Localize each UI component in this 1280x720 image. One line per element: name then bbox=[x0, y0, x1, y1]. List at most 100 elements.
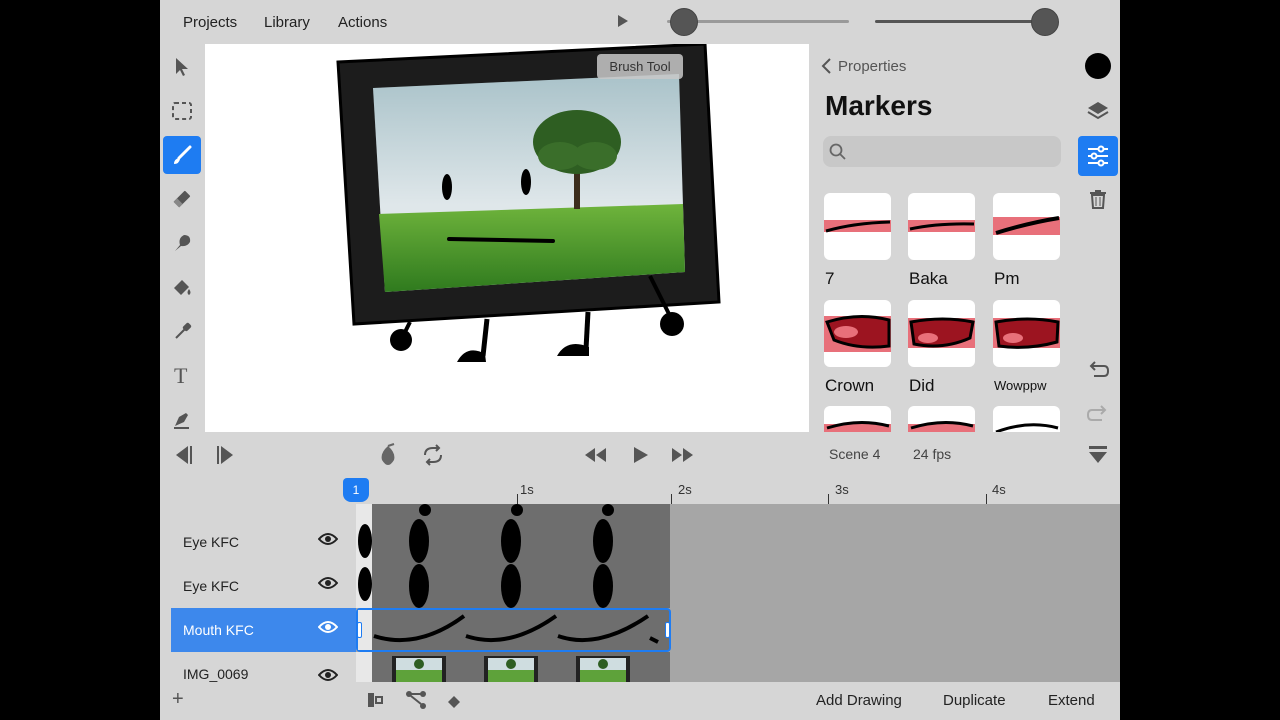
brush-size-slider-knob[interactable] bbox=[1031, 8, 1059, 36]
select-tool[interactable] bbox=[163, 48, 201, 86]
marker-thumb-did[interactable] bbox=[908, 300, 975, 367]
onion-slider-knob[interactable] bbox=[670, 8, 698, 36]
current-color-icon bbox=[1085, 53, 1111, 79]
marker-thumb[interactable] bbox=[993, 406, 1060, 432]
eraser-tool[interactable] bbox=[163, 180, 201, 218]
marker-thumb-crown[interactable] bbox=[824, 300, 891, 367]
marker-thumb[interactable] bbox=[824, 406, 891, 432]
back-chevron-icon[interactable] bbox=[820, 57, 832, 80]
smudge-tool[interactable] bbox=[163, 224, 201, 262]
color-swatch[interactable] bbox=[1078, 46, 1118, 86]
brush-size-slider-track[interactable] bbox=[875, 20, 1047, 23]
keyframe-button[interactable] bbox=[448, 695, 460, 713]
image-track-cells[interactable] bbox=[356, 652, 670, 684]
layer-name: Eye KFC bbox=[183, 534, 240, 550]
panel-title: Markers bbox=[825, 90, 933, 121]
next-frame-button[interactable] bbox=[212, 440, 242, 470]
fill-tool[interactable] bbox=[163, 268, 201, 306]
branch-icon bbox=[406, 691, 426, 709]
properties-button[interactable] bbox=[1078, 136, 1118, 176]
marker-label: 7 bbox=[825, 269, 835, 288]
ruler-label: 3s bbox=[835, 482, 849, 497]
visibility-eye-icon[interactable] bbox=[318, 620, 338, 634]
paint-bucket-icon bbox=[174, 280, 191, 295]
redo-button[interactable] bbox=[1078, 394, 1118, 434]
marker-label: Baka bbox=[909, 269, 948, 288]
eraser-icon bbox=[173, 190, 191, 208]
playhead[interactable]: 1 bbox=[343, 478, 369, 502]
ruler-tick bbox=[986, 494, 987, 504]
fast-forward-button[interactable] bbox=[668, 440, 698, 470]
layers-button[interactable] bbox=[1078, 91, 1118, 131]
eyedropper-icon bbox=[175, 322, 192, 339]
scene-selector[interactable]: Scene 4 bbox=[829, 446, 880, 462]
visibility-eye-icon[interactable] bbox=[318, 668, 338, 682]
extend-button[interactable]: Extend bbox=[1048, 692, 1095, 709]
fps-selector[interactable]: 24 fps bbox=[913, 446, 951, 462]
onion-icon bbox=[381, 443, 395, 465]
pen-tool[interactable] bbox=[163, 400, 201, 438]
loop-button[interactable] bbox=[418, 440, 448, 470]
marker-thumb-7[interactable] bbox=[824, 193, 891, 260]
marquee-tool[interactable] bbox=[163, 92, 201, 130]
tween-button[interactable] bbox=[405, 690, 427, 715]
delete-button[interactable] bbox=[1078, 179, 1118, 219]
brush-tool[interactable] bbox=[163, 136, 201, 174]
properties-back-button[interactable]: Properties bbox=[838, 58, 906, 75]
text-tool[interactable]: T bbox=[163, 356, 201, 394]
eye-frames bbox=[356, 504, 614, 608]
menu-library[interactable]: Library bbox=[264, 14, 310, 31]
loop-icon bbox=[424, 444, 442, 466]
menu-actions[interactable]: Actions bbox=[338, 14, 387, 31]
sliders-icon bbox=[1088, 145, 1108, 167]
eyedropper-tool[interactable] bbox=[163, 312, 201, 350]
layer-row[interactable]: Eye KFC bbox=[171, 564, 356, 608]
menu-projects[interactable]: Projects bbox=[183, 14, 237, 31]
previous-frame-button[interactable] bbox=[167, 440, 197, 470]
marker-label: Did bbox=[909, 376, 935, 395]
trim-handle-right[interactable] bbox=[665, 622, 670, 638]
trim-handle-left[interactable] bbox=[357, 622, 362, 638]
smudge-icon bbox=[175, 235, 191, 251]
onion-skin-button[interactable] bbox=[373, 440, 403, 470]
layer-name: Mouth KFC bbox=[183, 622, 254, 638]
marker-thumb-baka[interactable] bbox=[908, 193, 975, 260]
undo-button[interactable] bbox=[1078, 350, 1118, 390]
undo-icon bbox=[1089, 361, 1110, 377]
step-forward-icon bbox=[217, 446, 233, 464]
layer-row[interactable]: Eye KFC bbox=[171, 520, 356, 564]
marker-thumb-wowppw[interactable] bbox=[993, 300, 1060, 367]
eye-track-cells[interactable] bbox=[356, 504, 670, 608]
duplicate-button[interactable]: Duplicate bbox=[943, 692, 1006, 709]
drawing-canvas[interactable]: Brush Tool bbox=[205, 44, 809, 432]
layer-row[interactable]: IMG_0069 bbox=[171, 652, 356, 682]
marker-thumb[interactable] bbox=[908, 406, 975, 432]
marker-search-input[interactable] bbox=[823, 136, 1061, 167]
add-layer-button[interactable]: + bbox=[172, 688, 184, 711]
layer-name: Eye KFC bbox=[183, 578, 240, 594]
marker-label: Wowppw bbox=[994, 378, 1047, 393]
layer-name: IMG_0069 bbox=[183, 666, 249, 682]
layer-row-selected[interactable]: Mouth KFC bbox=[171, 608, 356, 652]
redo-icon bbox=[1086, 405, 1107, 421]
mouth-track-cells[interactable] bbox=[356, 608, 671, 652]
text-icon: T bbox=[174, 364, 188, 386]
visibility-eye-icon[interactable] bbox=[318, 532, 338, 546]
brush-tool-tooltip: Brush Tool bbox=[597, 54, 683, 79]
ruler-tick bbox=[671, 494, 672, 504]
play-button[interactable] bbox=[625, 440, 655, 470]
visibility-eye-icon[interactable] bbox=[318, 576, 338, 590]
timeline-ruler[interactable] bbox=[160, 476, 1120, 504]
character-artwork bbox=[336, 44, 721, 362]
collapse-timeline-button[interactable] bbox=[1078, 434, 1118, 474]
add-drawing-button[interactable]: Add Drawing bbox=[816, 692, 902, 709]
play-preview-icon[interactable] bbox=[617, 14, 629, 33]
ruler-tick bbox=[517, 494, 518, 504]
step-back-icon bbox=[176, 446, 192, 464]
play-icon bbox=[634, 447, 648, 463]
rewind-button[interactable] bbox=[580, 440, 610, 470]
trash-icon bbox=[1090, 190, 1106, 209]
cut-frames-button[interactable] bbox=[365, 691, 385, 714]
marker-thumb-pm[interactable] bbox=[993, 193, 1060, 260]
rewind-icon bbox=[585, 448, 606, 462]
